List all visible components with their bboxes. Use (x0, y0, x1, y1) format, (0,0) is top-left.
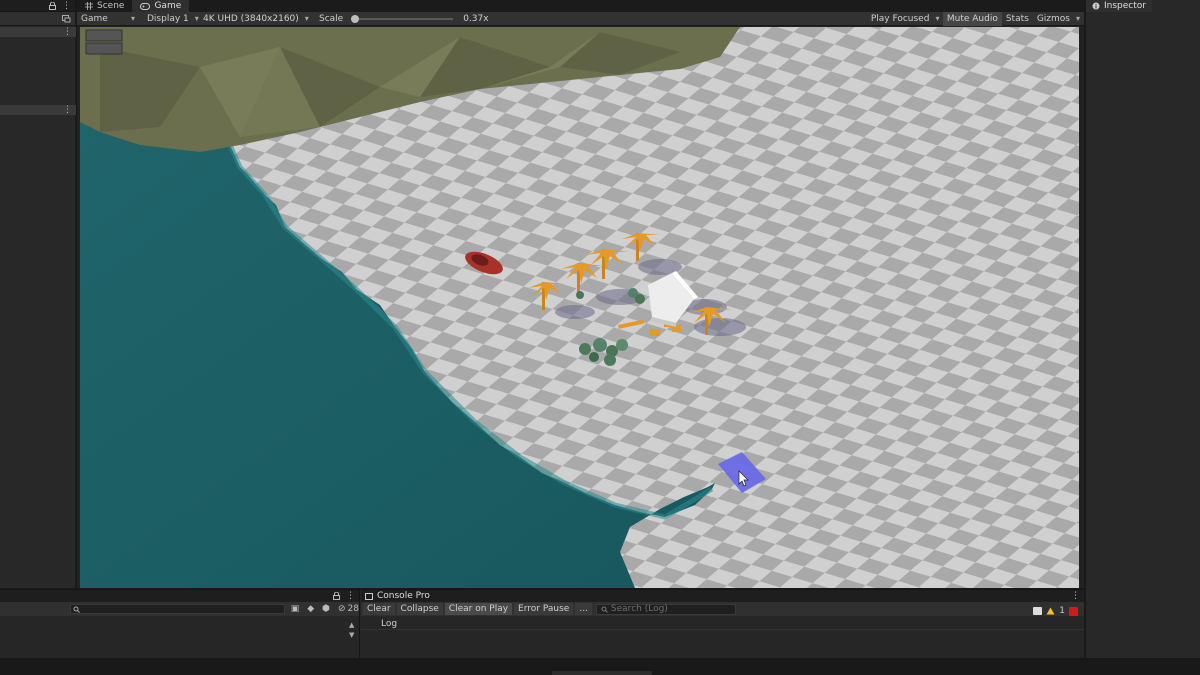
log-column-label: Log (381, 618, 398, 629)
gamepad-icon (140, 2, 151, 10)
lock-icon[interactable] (49, 1, 56, 10)
project-panel-header: ⋮ (0, 590, 359, 602)
hierarchy-tab-header: ⋮ (0, 0, 75, 12)
view-mode-label: Game (81, 13, 108, 24)
scale-slider[interactable] (351, 14, 454, 23)
hierarchy-toolbar (0, 12, 75, 26)
search-icon (73, 606, 80, 613)
console-icon (365, 592, 373, 600)
console-search-placeholder: Search (Log) (610, 604, 668, 614)
project-filter-icons: ▣ ◆ ⬢ ⊘ 28 (291, 604, 359, 614)
hud-button-2[interactable] (85, 42, 123, 55)
scale-label: Scale (319, 13, 344, 24)
resolution-dropdown[interactable]: 4K UHD (3840x2160) (199, 12, 311, 26)
warning-icon[interactable] (1046, 607, 1055, 615)
tab-inspector[interactable]: Inspector (1086, 0, 1152, 12)
info-icon (1092, 2, 1100, 10)
error-pause-button[interactable]: Error Pause (514, 603, 574, 615)
collapse-button[interactable]: Collapse (396, 603, 443, 615)
message-filter-icon[interactable] (1033, 607, 1043, 615)
eye-slash-icon: ⊘ (338, 604, 346, 614)
tab-game[interactable]: Game (132, 0, 190, 12)
tab-game-label: Game (154, 1, 182, 11)
game-view-panel: Scene Game Game Display 1 4K UHD (3840x2… (77, 0, 1084, 588)
project-scrollbar[interactable]: ▲ ▼ (349, 620, 357, 644)
tab-scene-label: Scene (97, 1, 125, 11)
gizmos-label: Gizmos (1036, 13, 1070, 24)
project-panel: ⋮ ▣ ◆ ⬢ ⊘ 28 ▲ ▼ (0, 590, 360, 659)
view-tabstrip: Scene Game (77, 0, 1084, 12)
scale-value: 0.37x (463, 13, 489, 24)
inspector-panel: Inspector (1085, 0, 1200, 658)
warning-count: 1 (1059, 606, 1065, 616)
gizmos-dropdown[interactable]: Gizmos (1033, 12, 1084, 26)
scale-slider-knob[interactable] (351, 14, 360, 23)
console-filters: 1 (1033, 604, 1078, 618)
kebab-menu-icon[interactable]: ⋮ (62, 1, 71, 11)
tab-console-label: Console Pro (377, 591, 430, 601)
game-toolbar: Game Display 1 4K UHD (3840x2160) Scale … (77, 11, 1084, 26)
display-dropdown[interactable]: Display 1 (143, 12, 199, 26)
game-viewport[interactable] (80, 27, 1079, 588)
game-scene-render (80, 27, 1079, 588)
tag-icon[interactable]: ⬢ (322, 604, 330, 614)
play-focused-dropdown[interactable]: Play Focused (867, 12, 943, 26)
kebab-menu-icon[interactable]: ⋮ (63, 27, 72, 37)
lock-icon[interactable] (333, 592, 340, 600)
mute-audio-button[interactable]: Mute Audio (942, 11, 1002, 26)
kebab-menu-icon[interactable]: ⋮ (1071, 591, 1080, 601)
hierarchy-scene-row-2[interactable]: ⋮ (0, 105, 76, 115)
display-label: Display 1 (147, 13, 189, 24)
console-header: Console Pro ⋮ (361, 590, 1084, 602)
error-icon[interactable] (1069, 606, 1078, 616)
hierarchy-scene-row[interactable]: ⋮ (0, 27, 76, 37)
tab-console-pro[interactable]: Console Pro (365, 591, 430, 601)
hierarchy-panel: ⋮ ⋮ ⋮ (0, 0, 76, 588)
play-focused-label: Play Focused (870, 13, 930, 24)
stats-button[interactable]: Stats (1002, 12, 1033, 26)
filter-type-icon[interactable]: ▣ (291, 604, 300, 614)
status-progress-track (552, 671, 652, 675)
console-log-header: Log (361, 618, 1084, 630)
console-search-input[interactable]: Search (Log) (595, 603, 736, 615)
tab-inspector-label: Inspector (1104, 1, 1146, 11)
console-toolbar: Clear Collapse Clear on Play Error Pause… (361, 602, 1084, 616)
scene-visibility-icon[interactable] (62, 14, 71, 23)
hidden-packages-toggle[interactable]: ⊘ 28 (338, 604, 359, 614)
clear-on-play-button[interactable]: Clear on Play (444, 603, 513, 615)
project-toolbar: ▣ ◆ ⬢ ⊘ 28 (0, 602, 359, 616)
grid-icon (85, 2, 93, 10)
kebab-menu-icon[interactable]: ⋮ (346, 591, 355, 601)
hud-button-1[interactable] (85, 29, 123, 42)
project-search-input[interactable] (70, 604, 285, 614)
resolution-label: 4K UHD (3840x2160) (203, 13, 299, 24)
filter-label-icon[interactable]: ◆ (307, 604, 314, 614)
more-options-button[interactable]: ... (575, 603, 592, 615)
hidden-count: 28 (347, 604, 359, 614)
clear-button[interactable]: Clear (363, 603, 395, 615)
kebab-menu-icon[interactable]: ⋮ (63, 105, 72, 115)
search-icon (601, 606, 608, 613)
bottom-panel: ⋮ ▣ ◆ ⬢ ⊘ 28 ▲ ▼ Console Pro ⋮ Clear Col… (0, 589, 1084, 659)
view-mode-dropdown[interactable]: Game (77, 12, 139, 26)
tab-scene[interactable]: Scene (77, 0, 132, 12)
